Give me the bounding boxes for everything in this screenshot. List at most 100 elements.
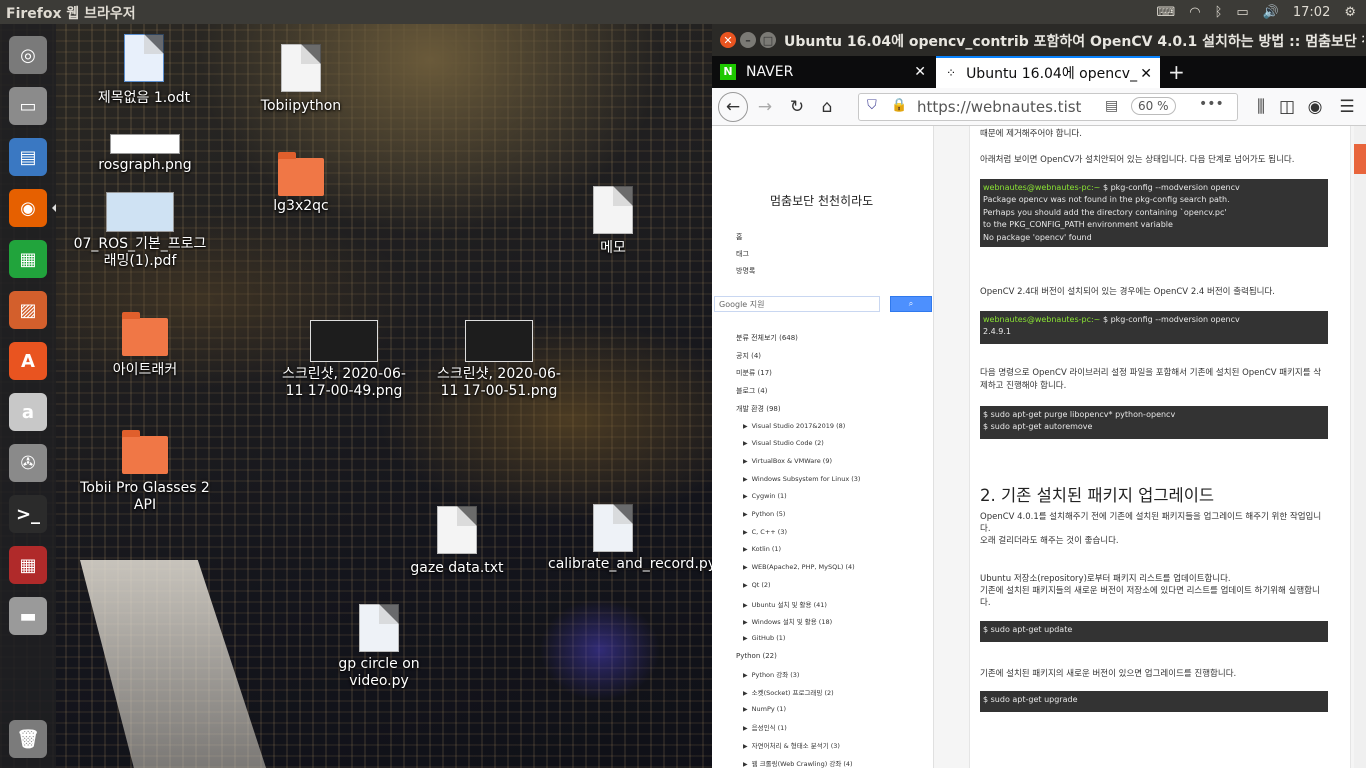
url-bar[interactable]: ⛉ 🔒 https://webnautes.tist ▤ 60 % ••• [858,93,1238,121]
close-tab-icon[interactable]: ✕ [914,64,926,80]
desktop-item[interactable]: 아이트래커 [80,312,210,379]
battery-icon[interactable]: ▭ [1236,5,1248,20]
subcategory-link[interactable]: GitHub (1) [752,634,786,642]
desktop-item[interactable]: Tobii Pro Glasses 2 API [80,430,210,514]
category-link[interactable]: 미분류 (17) [736,368,772,378]
desktop-item[interactable]: gaze data.txt [392,506,522,577]
wifi-icon[interactable]: ◠ [1189,5,1200,20]
subcategory-link[interactable]: Windows 설치 및 활용 (18) [752,616,833,626]
ubuntu-dash-icon: ◎ [9,36,47,74]
launcher-item[interactable]: ▦ [5,542,51,588]
reader-view-icon[interactable]: ▤ [1105,98,1118,114]
page-actions-icon[interactable]: ••• [1199,96,1224,112]
account-icon[interactable]: ◉ [1302,94,1328,120]
subcategory-link[interactable]: 웹 크롤링(Web Crawling) 강좌 (4) [752,758,853,768]
subcategory-link[interactable]: Ubuntu 설치 및 활용 (41) [752,599,827,609]
desktop-item[interactable]: 스크린샷, 2020-06-11 17-00-51.png [434,320,564,400]
subcategory-link[interactable]: Python 강좌 (3) [752,669,800,679]
window-title: Ubuntu 16.04에 opencv_contrib 포함하여 OpenCV… [784,34,1364,50]
launcher-item[interactable]: ▨ [5,287,51,333]
power-menu-icon[interactable]: ⚙ [1344,5,1356,20]
desktop-item[interactable]: calibrate_and_record.py [548,504,716,573]
page-scrollbar[interactable] [1354,126,1366,768]
article-paragraph: 다. [980,524,991,534]
subcategory-link[interactable]: VirtualBox & VMWare (9) [752,457,832,465]
forward-button[interactable]: → [752,94,778,120]
blog-title[interactable]: 멈춤보단 천천히라도 [770,192,873,209]
subcategory-link[interactable]: Visual Studio Code (2) [752,439,824,447]
code-block: webnautes@webnautes-pc:~ $ pkg-config --… [980,311,1328,344]
subcategory-link[interactable]: C, C++ (3) [752,528,787,536]
category-link[interactable]: 블로그 (4) [736,386,767,396]
back-button[interactable]: ← [718,92,748,122]
close-window-button[interactable]: ✕ [720,32,736,48]
tracking-shield-icon[interactable]: ⛉ [867,98,877,113]
minimize-window-button[interactable]: – [740,32,756,48]
launcher-item[interactable]: ✇ [5,440,51,486]
library-icon[interactable]: ⫼ [1248,94,1274,120]
launcher-item[interactable]: A [5,338,51,384]
tab-label: Ubuntu 16.04에 opencv_ [966,66,1138,82]
zoom-level[interactable]: 60 % [1131,97,1176,115]
bluetooth-icon[interactable]: ᛒ [1215,5,1223,20]
subcategory-link[interactable]: 음성인식 (1) [752,722,787,732]
image-viewer-icon: ▤ [9,138,47,176]
category-link[interactable]: 분류 전체보기 (648) [736,333,798,343]
subcategory-link[interactable]: 자연어처리 & 형태소 분석기 (3) [752,740,840,750]
launcher-item[interactable]: ▤ [5,134,51,180]
desktop-item[interactable]: Tobiipython [236,44,366,115]
maximize-window-button[interactable]: □ [760,32,776,48]
home-button[interactable]: ⌂ [814,94,840,120]
sidebar-toggle-icon[interactable]: ◫ [1274,94,1300,120]
text-file-icon [437,506,477,554]
desktop-item[interactable]: 메모 [548,186,678,257]
close-tab-icon[interactable]: ✕ [1140,66,1152,82]
launcher-item[interactable]: ◎ [5,32,51,78]
subcategory-link[interactable]: 소켓(Socket) 프로그래밍 (2) [752,687,834,697]
nav-home[interactable]: 홈 [736,232,742,242]
subcategory-link[interactable]: Qt (2) [752,581,771,589]
launcher-item[interactable]: ▬ [5,593,51,639]
launcher-item[interactable]: >_ [5,491,51,537]
page-content: 멈춤보단 천천히라도 홈 태그 방명록 Google 지원 ⌕ 분류 전체보기 … [712,126,1366,768]
desktop-item[interactable]: 스크린샷, 2020-06-11 17-00-49.png [279,320,409,400]
desktop-item[interactable]: gp circle on video.py [314,604,444,690]
subcategory-link[interactable]: NumPy (1) [752,705,786,713]
clock[interactable]: 17:02 [1293,5,1330,20]
launcher-item[interactable]: 🗑 [5,716,51,762]
category-link[interactable]: Python (22) [736,652,777,660]
nav-guestbook[interactable]: 방명록 [736,266,755,276]
keyboard-icon[interactable]: ⌨ [1156,5,1175,20]
nav-tags[interactable]: 태그 [736,249,749,259]
subcategory-link[interactable]: WEB(Apache2, PHP, MySQL) (4) [752,563,855,571]
tab-label: NAVER [746,64,794,80]
desktop-item[interactable]: 제목없음 1.odt [79,34,209,107]
article-paragraph: OpenCV 4.0.1를 설치해주기 전에 기존에 설치된 패키지들을 업그레… [980,512,1322,522]
new-tab-button[interactable]: + [1168,60,1185,84]
reload-button[interactable]: ↻ [784,94,810,120]
category-link[interactable]: 개발 환경 (98) [736,404,781,414]
search-input[interactable]: Google 지원 [714,296,880,312]
volume-icon[interactable]: 🔊 [1263,5,1279,20]
launcher-item[interactable]: ▭ [5,83,51,129]
subcategory-link[interactable]: Visual Studio 2017&2019 (8) [752,422,846,430]
subcategory-link[interactable]: Cygwin (1) [752,492,787,500]
tab-naver[interactable]: N NAVER ✕ [712,56,934,88]
launcher-item[interactable]: a [5,389,51,435]
category-link[interactable]: 공지 (4) [736,351,761,361]
subcategory-link[interactable]: Python (5) [752,510,786,518]
desktop-item[interactable]: lg3x2qc [236,152,366,215]
subcategory-link[interactable]: Kotlin (1) [752,545,781,553]
screenshot-thumbnail [465,320,533,362]
desktop-item[interactable]: 07_ROS_기본_프로그래밍(1).pdf [74,192,206,270]
menu-icon[interactable]: ☰ [1334,94,1360,120]
active-app-title: Firefox 웹 브라우저 [6,6,136,22]
launcher-item[interactable]: ▦ [5,236,51,282]
subcategory-link[interactable]: Windows Subsystem for Linux (3) [752,475,861,483]
launcher-item[interactable]: ◉ [5,185,51,231]
search-button[interactable]: ⌕ [890,296,932,312]
tab-opencv-article[interactable]: ⁘ Ubuntu 16.04에 opencv_ ✕ [936,56,1160,88]
insecure-lock-icon[interactable]: 🔒 [891,98,907,113]
desktop-item[interactable]: rosgraph.png [80,134,210,174]
url-text[interactable]: https://webnautes.tist [917,98,1081,116]
